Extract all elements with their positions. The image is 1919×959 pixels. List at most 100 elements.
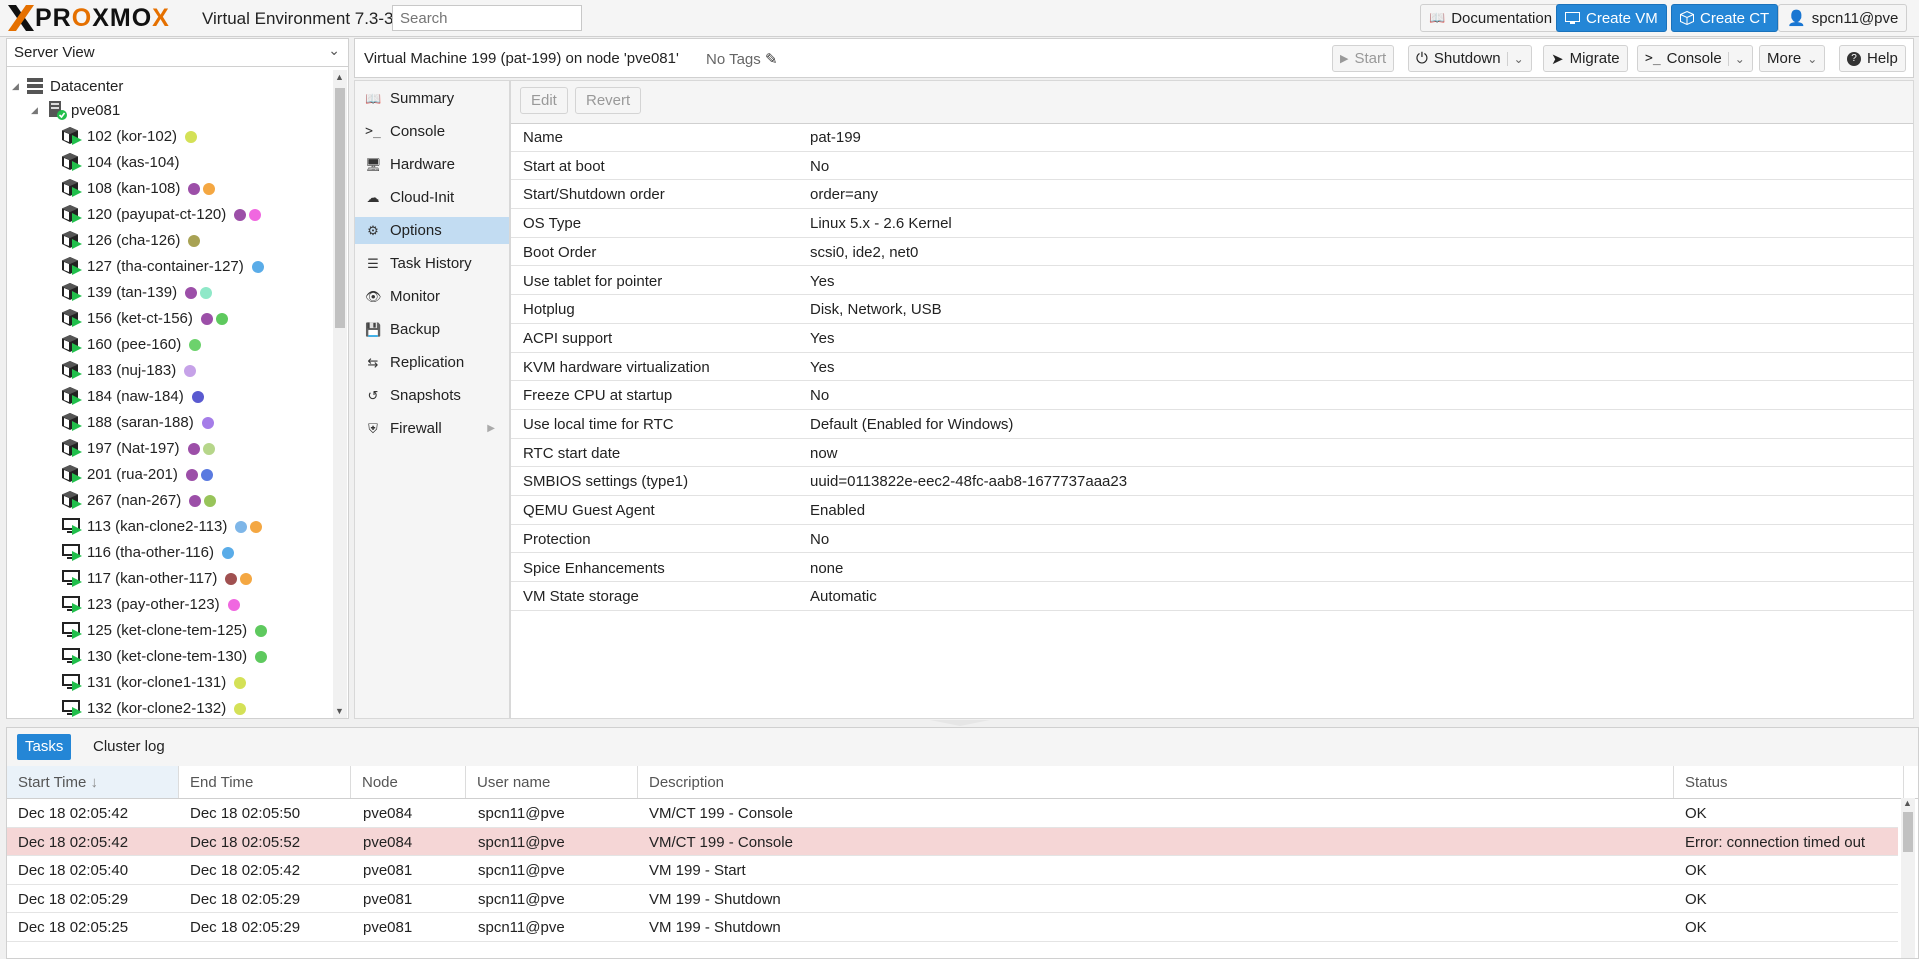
tree-item-guest[interactable]: 102 (kor-102) [61,124,198,148]
nav-options[interactable]: ⚙ Options [355,217,509,244]
scrollbar-thumb[interactable] [1903,812,1913,852]
option-row[interactable]: Freeze CPU at startup No [511,381,1913,410]
nav-hardware[interactable]: 🖥 Hardware [355,151,509,178]
option-row[interactable]: Use tablet for pointer Yes [511,267,1913,296]
col-status[interactable]: Status [1674,766,1904,798]
tree-item-guest[interactable]: 126 (cha-126) [61,228,201,252]
nav-monitor[interactable]: 👁 Monitor [355,283,509,310]
tree-item-guest[interactable]: 104 (kas-104) [61,150,185,174]
tree-item-guest[interactable]: 201 (rua-201) [61,462,213,486]
option-row[interactable]: OS Type Linux 5.x - 2.6 Kernel [511,209,1913,238]
guest-label: 123 (pay-other-123) [87,595,220,613]
search-input[interactable] [392,5,582,31]
tab-cluster-log[interactable]: Cluster log [85,734,173,760]
tag-dot [185,130,198,143]
tree-item-guest[interactable]: 267 (nan-267) [61,488,217,512]
shutdown-button[interactable]: ⏻ Shutdown ⌄ [1408,45,1532,72]
chevron-down-icon[interactable]: ⌄ [1506,51,1524,66]
vm-running-icon [62,622,82,639]
tree-item-guest[interactable]: 160 (pee-160) [61,332,202,356]
nav-summary[interactable]: 📖 Summary [355,85,509,112]
edit-button[interactable]: Edit [520,87,568,114]
option-row[interactable]: Protection No [511,525,1913,554]
option-row[interactable]: SMBIOS settings (type1) uuid=0113822e-eec… [511,467,1913,497]
task-row[interactable]: Dec 18 02:05:40 Dec 18 02:05:42 pve081 spcn… [7,856,1898,885]
option-row[interactable]: Spice Enhancements none [511,554,1913,583]
col-end-time[interactable]: End Time [179,766,351,798]
tag-dots [186,336,202,353]
option-row[interactable]: ACPI support Yes [511,324,1913,353]
col-node[interactable]: Node [351,766,466,798]
tree-item-guest[interactable]: 127 (tha-container-127) [61,254,264,278]
create-vm-button[interactable]: Create VM [1556,4,1667,32]
option-row[interactable]: Start at boot No [511,152,1913,181]
tree-item-guest[interactable]: 184 (naw-184) [61,384,204,408]
more-button[interactable]: More ⌄ [1759,45,1826,72]
nav-console[interactable]: >_ Console [355,118,509,145]
start-button[interactable]: ▶ Start [1332,45,1395,72]
tree-scrollbar[interactable]: ▲ ▼ [333,70,347,718]
guest-label: 130 (ket-clone-tem-130) [87,647,248,665]
nav-firewall[interactable]: ⛨ Firewall ▶ [355,415,509,442]
tree-item-guest[interactable]: 125 (ket-clone-tem-125) [61,618,268,642]
nav-cloud-init[interactable]: ☁ Cloud-Init [355,184,509,211]
tree-item-guest[interactable]: 183 (nuj-183) [61,358,197,382]
tree-item-guest[interactable]: 131 (kor-clone1-131) [61,670,247,694]
option-row[interactable]: Name pat-199 [511,123,1913,152]
tree-item-guest[interactable]: 132 (kor-clone2-132) [61,696,247,718]
tree-item-guest[interactable]: 197 (Nat-197) [61,436,215,460]
col-description[interactable]: Description [638,766,1674,798]
tree-item-guest[interactable]: 139 (tan-139) [61,280,213,304]
console-button[interactable]: >_ Console ⌄ [1637,45,1753,72]
tag-dot [200,286,213,299]
documentation-button[interactable]: 📖 Documentation [1420,4,1562,32]
option-value: Yes [810,358,835,376]
task-scrollbar[interactable]: ▲ [1901,798,1915,958]
tab-tasks[interactable]: Tasks [17,734,72,760]
tree-item-guest[interactable]: 108 (kan-108) [61,176,216,200]
migrate-button[interactable]: ➤ Migrate [1543,45,1628,72]
create-ct-button[interactable]: Create CT [1671,4,1779,32]
user-menu-button[interactable]: 👤 spcn11@pve [1778,4,1908,32]
tag-dots [185,232,201,249]
task-row[interactable]: Dec 18 02:05:42 Dec 18 02:05:50 pve084 spcn… [7,799,1898,828]
nav-replication[interactable]: ⇆ Replication [355,349,509,376]
tags-area[interactable]: No Tags ✎ [706,50,778,68]
tree-item-node[interactable]: ◢ pve081 [31,98,120,122]
scrollbar-thumb[interactable] [335,88,345,328]
task-row[interactable]: Dec 18 02:05:25 Dec 18 02:05:29 pve081 spcn… [7,913,1898,942]
tree-item-guest[interactable]: 116 (tha-other-116) [61,540,235,564]
tree-item-datacenter[interactable]: ◢ Datacenter [12,74,123,98]
proxmox-logo[interactable]: PROXMOX [8,3,170,33]
col-user-name[interactable]: User name [466,766,638,798]
tree-item-guest[interactable]: 123 (pay-other-123) [61,592,240,616]
tag-dot [227,598,240,611]
option-row[interactable]: KVM hardware virtualization Yes [511,353,1913,382]
option-row[interactable]: RTC start date now [511,439,1913,468]
tree-item-guest[interactable]: 113 (kan-clone2-113) [61,514,263,538]
nav-backup[interactable]: 💾 Backup [355,316,509,343]
chevron-down-icon[interactable]: ⌄ [1727,51,1745,66]
view-selector[interactable]: Server View ⌄ [7,39,348,67]
task-row[interactable]: Dec 18 02:05:29 Dec 18 02:05:29 pve081 spcn… [7,885,1898,914]
pencil-icon[interactable]: ✎ [765,51,778,68]
option-row[interactable]: Use local time for RTC Default (Enabled f… [511,410,1913,439]
chevron-down-icon: ⌄ [328,42,340,58]
option-row[interactable]: Hotplug Disk, Network, USB [511,295,1913,324]
col-start-time[interactable]: Start Time ↓ [7,766,179,798]
option-row[interactable]: VM State storage Automatic [511,582,1913,611]
tree-item-guest[interactable]: 120 (payupat-ct-120) [61,202,262,226]
option-row[interactable]: QEMU Guest Agent Enabled [511,496,1913,525]
nav-snapshots[interactable]: ↺ Snapshots [355,382,509,409]
help-button[interactable]: ? Help [1839,45,1906,72]
tree-item-guest[interactable]: 188 (saran-188) [61,410,214,434]
tree-item-guest[interactable]: 130 (ket-clone-tem-130) [61,644,268,668]
panel-splitter[interactable] [0,720,1919,727]
tree-item-guest[interactable]: 117 (kan-other-117) [61,566,253,590]
tree-item-guest[interactable]: 156 (ket-ct-156) [61,306,228,330]
task-row[interactable]: Dec 18 02:05:42 Dec 18 02:05:52 pve084 spcn… [7,827,1898,857]
nav-task-history[interactable]: ☰ Task History [355,250,509,277]
revert-button[interactable]: Revert [575,87,642,114]
option-row[interactable]: Boot Order scsi0, ide2, net0 [511,238,1913,267]
option-row[interactable]: Start/Shutdown order order=any [511,180,1913,210]
